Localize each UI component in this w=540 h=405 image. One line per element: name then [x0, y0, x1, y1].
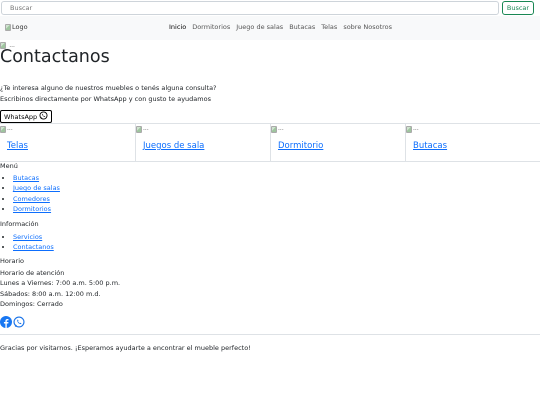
whatsapp-icon — [39, 111, 48, 122]
footer-schedule-heading: Horario — [0, 257, 24, 265]
schedule-line: Lunes a Viernes: 7:00 a.m. 5:00 p.m. — [0, 279, 121, 288]
nav-link-juego-de-salas[interactable]: Juego de salas — [236, 23, 283, 32]
schedule-line: Sábados: 8:00 a.m. 12:00 m.d. — [0, 289, 101, 298]
nav-link-dormitorios[interactable]: Dormitorios — [192, 23, 230, 32]
footer-menu-list: Butacas Juego de salas Comedores Dormito… — [13, 173, 60, 215]
intro-line-1: ¿Te interesa alguno de nuestros muebles … — [0, 84, 217, 92]
category-link-juegos-de-sala[interactable]: Juegos de sala — [143, 140, 204, 152]
footer-link-juego-de-salas[interactable]: Juego de salas — [13, 184, 60, 192]
category-image-alt: ... — [7, 125, 13, 132]
schedule-text: Horario de atención Lunes a Viernes: 7:0… — [0, 268, 120, 310]
nav-link-telas[interactable]: Telas — [321, 23, 337, 32]
list-item: Butacas — [13, 173, 60, 183]
page-title: Contactanos — [0, 47, 110, 67]
search-bar: Buscar — [0, 0, 540, 16]
footer-link-comedores[interactable]: Comedores — [13, 195, 50, 203]
category-image-alt: ... — [278, 125, 284, 132]
whatsapp-icon[interactable] — [13, 316, 25, 328]
category-image: ... — [136, 125, 149, 134]
nav-link-sobre-nosotros[interactable]: sobre Nosotros — [343, 23, 392, 32]
footer-info-list: Servicios Contactanos — [13, 232, 54, 253]
search-input[interactable] — [1, 1, 499, 15]
category-card-juegos-de-sala[interactable]: ... Juegos de sala — [135, 124, 270, 161]
footer-thanks: Gracias por visitarnos. ¡Esperamos ayuda… — [0, 344, 251, 352]
broken-image-icon — [406, 125, 412, 133]
schedule-line: Horario de atención — [0, 269, 65, 277]
footer-link-butacas[interactable]: Butacas — [13, 174, 39, 182]
category-image-alt: ... — [413, 125, 419, 132]
footer-menu-heading: Menú — [0, 162, 18, 170]
nav-link-inicio[interactable]: Inicio — [169, 23, 186, 32]
category-card-butacas[interactable]: ... Butacas — [405, 124, 540, 161]
list-item: Contactanos — [13, 242, 54, 252]
broken-image-icon — [271, 125, 277, 133]
category-card-dormitorio[interactable]: ... Dormitorio — [270, 124, 405, 161]
logo-alt-text: Logo — [12, 23, 28, 31]
list-item: Servicios — [13, 232, 54, 242]
category-image: ... — [271, 125, 284, 134]
category-link-dormitorio[interactable]: Dormitorio — [278, 140, 323, 152]
search-button[interactable]: Buscar — [502, 1, 534, 15]
list-item: Juego de salas — [13, 183, 60, 193]
facebook-icon[interactable] — [0, 316, 12, 328]
logo[interactable]: Logo — [5, 23, 28, 32]
category-image: ... — [406, 125, 419, 134]
category-link-butacas[interactable]: Butacas — [413, 140, 447, 152]
list-item: Dormitorios — [13, 204, 60, 214]
nav-links: Inicio Dormitorios Juego de salas Butaca… — [169, 23, 392, 32]
navbar: Logo Inicio Dormitorios Juego de salas B… — [0, 16, 540, 40]
footer-divider — [0, 334, 540, 335]
whatsapp-button[interactable]: WhatsApp — [0, 110, 53, 123]
whatsapp-button-label: WhatsApp — [4, 112, 38, 121]
broken-image-icon — [0, 125, 6, 133]
intro-line-2: Escribinos directamente por WhatsApp y c… — [0, 95, 211, 103]
footer-link-servicios[interactable]: Servicios — [13, 233, 42, 241]
footer-info-heading: Información — [0, 220, 39, 228]
social-icons — [0, 316, 25, 328]
schedule-line: Domingos: Cerrado — [0, 300, 63, 309]
category-cards: ... Telas ... Juegos de sala ... Dormito… — [0, 123, 540, 162]
nav-link-butacas[interactable]: Butacas — [289, 23, 315, 32]
category-image-alt: ... — [143, 125, 149, 132]
broken-image-icon — [5, 24, 11, 32]
broken-image-icon — [136, 125, 142, 133]
category-card-telas[interactable]: ... Telas — [0, 124, 135, 161]
category-link-telas[interactable]: Telas — [7, 140, 28, 152]
category-image: ... — [0, 125, 13, 134]
footer-link-dormitorios[interactable]: Dormitorios — [13, 205, 51, 213]
list-item: Comedores — [13, 194, 60, 204]
footer-link-contactanos[interactable]: Contactanos — [13, 243, 54, 251]
intro-text: ¿Te interesa alguno de nuestros muebles … — [0, 83, 217, 105]
